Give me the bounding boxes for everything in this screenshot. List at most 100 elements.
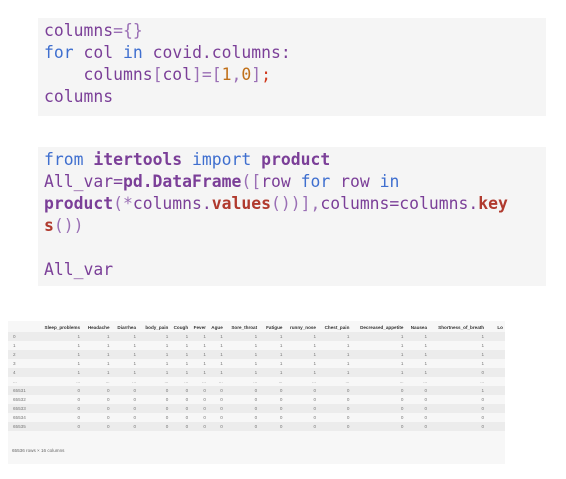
table-cell: 0 (165, 415, 169, 420)
table-cell: 1 (165, 343, 169, 348)
table-cell: 0 (313, 406, 316, 411)
column-header: Fever (193, 325, 206, 330)
row-index: ... (13, 379, 17, 384)
table-cell: 0 (203, 424, 206, 429)
table-cell: 0 (346, 415, 350, 420)
table-cell: 0 (106, 424, 110, 429)
table-cell: 1 (77, 370, 81, 375)
table-cell: 0 (279, 397, 283, 402)
table-cell: 0 (279, 406, 283, 411)
table-cell: 1 (220, 334, 223, 339)
table-cell: 0 (165, 424, 169, 429)
table-cell: 1 (346, 343, 350, 348)
dataframe-output: Sleep_problems Headache Diarrhea body_pain C… (8, 321, 505, 464)
table-cell: 1 (254, 370, 258, 375)
table-cell: 1 (203, 343, 206, 348)
table-cell: 0 (346, 424, 350, 429)
table-cell: 1 (165, 370, 169, 375)
column-header: Ague (211, 325, 223, 330)
table-row: 65531 0 0 0 0 0 0 0 0 0 0 0 0 0 1 (8, 386, 505, 395)
code-line: columns[col]=[1,0]; (83, 65, 272, 84)
code-line: columns (44, 87, 114, 106)
table-cell (486, 341, 505, 350)
table-cell: 1 (106, 334, 110, 339)
table-row: 1 1 1 1 1 1 1 1 1 1 1 1 1 1 1 (8, 341, 505, 350)
table-cell: 0 (254, 415, 258, 420)
table-cell: 1 (346, 352, 350, 357)
table-cell: 0 (185, 424, 189, 429)
column-header: Lo (497, 325, 503, 330)
table-cell: 0 (77, 406, 81, 411)
table-cell (486, 368, 505, 377)
table-cell (486, 386, 505, 395)
table-cell: ... (202, 379, 206, 384)
row-index: 1 (13, 343, 16, 348)
table-cell: 0 (165, 406, 169, 411)
table-cell: 0 (279, 424, 283, 429)
code-cell-all-var[interactable]: from itertools import product All_var=pd… (38, 147, 546, 286)
table-cell: ... (218, 379, 223, 384)
table-cell: 0 (279, 415, 283, 420)
table-row: 65532 0 0 0 0 0 0 0 0 0 0 0 0 0 0 (8, 395, 505, 404)
table-row: 65534 0 0 0 0 0 0 0 0 0 0 0 0 0 0 (8, 413, 505, 422)
table-cell: 0 (77, 397, 81, 402)
row-index: 65531 (13, 388, 26, 393)
table-cell: ... (312, 379, 316, 384)
code-editor[interactable]: from itertools import product All_var=pd… (38, 147, 546, 281)
table-cell: 0 (133, 397, 137, 402)
table-cell: 1 (481, 343, 485, 348)
table-cell: 0 (165, 388, 169, 393)
table-cell: 1 (254, 343, 258, 348)
row-index: 65532 (13, 397, 26, 402)
column-header: runny_nose (289, 325, 316, 330)
code-line: columns={} (44, 21, 143, 40)
column-header: Sore_throat (231, 325, 258, 330)
table-cell: 0 (185, 388, 189, 393)
table-cell: 1 (424, 370, 428, 375)
table-cell: 0 (203, 406, 206, 411)
table-cell: 0 (185, 415, 189, 420)
code-line: All_var=pd.DataFrame([row for row in (44, 172, 400, 191)
table-cell: 0 (346, 406, 350, 411)
table-cell: ... (345, 379, 350, 384)
table-cell: 0 (106, 415, 110, 420)
table-cell: 1 (133, 334, 137, 339)
table-cell: 0 (424, 388, 428, 393)
table-cell: 0 (481, 424, 485, 429)
dataframe-shape: 65536 rows × 16 columns (12, 448, 65, 453)
table-cell: 1 (220, 361, 223, 366)
code-cell-columns[interactable]: columns={} for col in covid.columns: col… (38, 18, 546, 116)
table-cell: 1 (481, 352, 485, 357)
table-cell (486, 377, 505, 386)
table-cell: 1 (279, 334, 283, 339)
table-cell: 0 (220, 406, 223, 411)
table-cell: 0 (313, 388, 316, 393)
code-line: s()) (44, 216, 84, 235)
table-cell: 1 (400, 361, 404, 366)
table-cell: 0 (313, 424, 316, 429)
table-cell: 0 (400, 388, 404, 393)
table-cell: 0 (424, 424, 428, 429)
table-cell: 0 (346, 388, 350, 393)
table-cell: 0 (185, 397, 189, 402)
table-cell: 1 (77, 352, 81, 357)
column-header (8, 323, 32, 332)
table-cell: 1 (313, 370, 316, 375)
table-cell: 1 (279, 343, 283, 348)
table-cell: 1 (313, 352, 316, 357)
table-cell: 1 (346, 361, 350, 366)
code-editor[interactable]: columns={} for col in covid.columns: col… (38, 18, 546, 108)
table-row: 4 1 1 1 1 1 1 1 1 1 1 1 1 1 0 (8, 368, 505, 377)
table-cell: 0 (254, 424, 258, 429)
row-index: 4 (13, 370, 16, 375)
table-cell: 1 (203, 334, 206, 339)
column-header: Decreased_appetite (360, 325, 404, 330)
row-index: 3 (13, 361, 16, 366)
table-cell: ... (105, 379, 110, 384)
table-row: 0 1 1 1 1 1 1 1 1 1 1 1 1 1 1 (8, 332, 505, 341)
table-cell: 1 (220, 370, 223, 375)
table-cell: ... (76, 379, 81, 384)
table-row: 65535 0 0 0 0 0 0 0 0 0 0 0 0 0 0 (8, 422, 505, 431)
table-cell: 1 (346, 370, 350, 375)
code-line: for col in covid.columns: (44, 43, 291, 62)
